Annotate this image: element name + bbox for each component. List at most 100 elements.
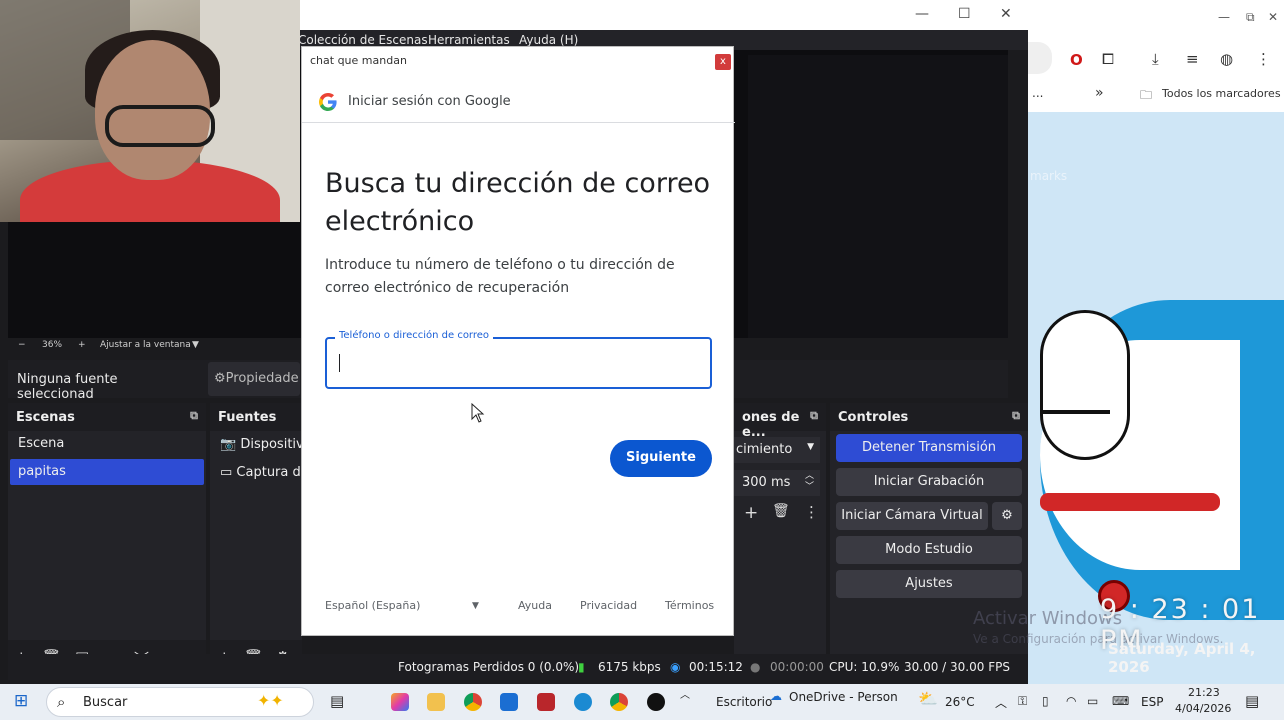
properties-label: Propiedade bbox=[225, 371, 299, 386]
notifications-icon[interactable]: ▤ bbox=[1245, 692, 1259, 710]
chrome-icon[interactable] bbox=[464, 693, 482, 711]
zoom-bar: − 36% + Ajustar a la ventana ▼ bbox=[8, 338, 298, 356]
sources-title-text: Fuentes bbox=[218, 410, 277, 425]
weather-temp[interactable]: 26°C bbox=[945, 695, 975, 709]
fps: 30.00 / 30.00 FPS bbox=[904, 660, 1010, 674]
close-icon[interactable]: ✕ bbox=[1268, 10, 1278, 24]
onedrive-label[interactable]: OneDrive - Person bbox=[789, 690, 898, 704]
source-item[interactable]: ▭ Captura de bbox=[214, 461, 304, 485]
minimize-icon[interactable]: — bbox=[1218, 10, 1230, 24]
minimize-icon[interactable]: — bbox=[915, 6, 929, 22]
virtual-camera-settings-button[interactable]: ⚙ bbox=[992, 502, 1022, 530]
terms-link[interactable]: Términos bbox=[665, 599, 714, 612]
search-box[interactable]: ⌕ Buscar ✦✦ bbox=[46, 687, 314, 717]
task-view-icon[interactable]: ▤ bbox=[330, 692, 344, 710]
keyboard-icon[interactable]: ⌨ bbox=[1112, 694, 1129, 708]
scene-item-active[interactable]: papitas bbox=[10, 459, 204, 485]
edge-icon[interactable] bbox=[574, 693, 592, 711]
language-select[interactable]: Español (España) bbox=[325, 599, 420, 612]
restore-icon[interactable]: ⧉ bbox=[1246, 10, 1255, 25]
volume-icon[interactable]: ▭ bbox=[1087, 694, 1098, 708]
help-link[interactable]: Ayuda bbox=[518, 599, 552, 612]
undock-icon[interactable]: ⧉ bbox=[190, 409, 198, 423]
close-button[interactable]: x bbox=[715, 54, 731, 70]
fit-window-button[interactable]: Ajustar a la ventana bbox=[100, 340, 191, 350]
duration-field[interactable]: 300 ms ︿ ﹀ bbox=[734, 470, 820, 496]
winrar-icon[interactable] bbox=[537, 693, 555, 711]
bookmarks-dots[interactable]: ... bbox=[1032, 86, 1043, 100]
zoom-in-button[interactable]: + bbox=[78, 340, 86, 350]
wifi-icon[interactable]: ◠ bbox=[1066, 694, 1076, 708]
close-icon[interactable]: ✕ bbox=[1000, 6, 1012, 22]
network-icon[interactable]: ⚿ bbox=[1018, 694, 1027, 709]
obs-preview-canvas bbox=[748, 55, 1008, 338]
sparkle-icon: ✦✦ bbox=[257, 691, 284, 710]
desktop-label[interactable]: Escritorio bbox=[716, 695, 772, 709]
file-explorer-icon[interactable] bbox=[427, 693, 445, 711]
email-input[interactable] bbox=[339, 351, 699, 377]
stepper-icon[interactable]: ︿ ﹀ bbox=[805, 471, 814, 493]
google-header: Iniciar sesión con Google bbox=[302, 83, 735, 123]
recording-time: 00:00:00 bbox=[770, 660, 824, 674]
obs-icon[interactable] bbox=[647, 693, 665, 711]
menu-help[interactable]: Ayuda (H) bbox=[519, 33, 578, 47]
studio-mode-button[interactable]: Modo Estudio bbox=[836, 536, 1022, 564]
chrome-profile-icon[interactable] bbox=[610, 693, 628, 711]
start-recording-button[interactable]: Iniciar Grabación bbox=[836, 468, 1022, 496]
google-logo-icon bbox=[319, 93, 337, 111]
stop-streaming-button[interactable]: Detener Transmisión bbox=[836, 434, 1022, 462]
search-label: Buscar bbox=[83, 695, 128, 710]
mail-icon[interactable] bbox=[500, 693, 518, 711]
chevron-down-icon: ▼ bbox=[807, 442, 814, 452]
copilot-icon[interactable] bbox=[391, 693, 409, 711]
scenes-title: Escenas ⧉ bbox=[8, 403, 206, 431]
bookmarks-overflow[interactable]: » bbox=[1095, 85, 1104, 101]
next-button[interactable]: Siguiente bbox=[610, 440, 712, 477]
add-icon[interactable]: + bbox=[744, 503, 758, 523]
opera-icon[interactable]: O bbox=[1070, 51, 1083, 69]
wallpaper-whiskers bbox=[1040, 410, 1110, 450]
extensions-icon[interactable]: ⧠ bbox=[1102, 50, 1114, 68]
menu-icon[interactable]: ⋮ bbox=[1256, 50, 1271, 68]
all-bookmarks[interactable]: Todos los marcadores bbox=[1162, 87, 1281, 100]
chevron-up-icon[interactable]: ︿ bbox=[680, 686, 690, 701]
undock-icon[interactable]: ⧉ bbox=[810, 409, 818, 423]
taskbar-time[interactable]: 21:23 bbox=[1188, 686, 1220, 699]
menu-tools[interactable]: Herramientas bbox=[428, 33, 510, 47]
trash-icon[interactable]: 🗑 bbox=[772, 503, 790, 519]
maximize-icon[interactable]: ☐ bbox=[958, 6, 971, 22]
virtual-camera-button[interactable]: Iniciar Cámara Virtual bbox=[836, 502, 988, 530]
menu-scene-collection[interactable]: Colección de Escenas bbox=[298, 33, 428, 47]
scene-item[interactable]: Escena bbox=[10, 431, 204, 457]
camera-icon: 📷 bbox=[220, 437, 241, 452]
taskbar-date[interactable]: 4/04/2026 bbox=[1175, 702, 1231, 715]
controls-title: Controles ⧉ bbox=[830, 403, 1028, 431]
download-icon[interactable]: ⤓ bbox=[1152, 50, 1159, 68]
media-icon[interactable]: ≡ bbox=[1186, 50, 1199, 68]
undock-icon[interactable]: ⧉ bbox=[1012, 409, 1020, 423]
email-field[interactable]: Teléfono o dirección de correo bbox=[325, 330, 712, 389]
source-label: Dispositivo bbox=[240, 437, 304, 452]
windows-start-icon[interactable]: ⊞ bbox=[14, 691, 28, 711]
source-item[interactable]: 📷 Dispositivo bbox=[214, 433, 304, 457]
avatar[interactable]: ◍ bbox=[1220, 50, 1233, 68]
transitions-title-text: ones de e... bbox=[742, 410, 800, 440]
chevron-down-icon[interactable]: ▼ bbox=[192, 340, 199, 350]
mouse-cursor-icon bbox=[471, 403, 485, 423]
properties-button[interactable]: ⚙Propiedade bbox=[208, 362, 300, 396]
search-icon: ⌕ bbox=[57, 693, 66, 711]
language-indicator[interactable]: ESP bbox=[1141, 695, 1163, 709]
privacy-link[interactable]: Privacidad bbox=[580, 599, 637, 612]
email-field-label: Teléfono o dirección de correo bbox=[335, 330, 494, 341]
chevron-up-icon[interactable]: ︿ bbox=[995, 694, 1007, 711]
battery-icon[interactable]: ▯ bbox=[1042, 694, 1049, 708]
transition-select[interactable]: cimiento ▼ bbox=[734, 437, 820, 463]
address-bar-edge[interactable] bbox=[1028, 42, 1052, 74]
more-icon[interactable]: ⋮ bbox=[804, 503, 819, 521]
dialog-title: chat que mandan bbox=[310, 54, 407, 67]
settings-button[interactable]: Ajustes bbox=[836, 570, 1022, 598]
no-source-label: Ninguna fuente seleccionad bbox=[8, 362, 198, 402]
dropped-frames: Fotogramas Perdidos 0 (0.0%) bbox=[398, 660, 580, 674]
zoom-out-button[interactable]: − bbox=[18, 340, 26, 350]
chevron-down-icon[interactable]: ▼ bbox=[472, 601, 479, 611]
